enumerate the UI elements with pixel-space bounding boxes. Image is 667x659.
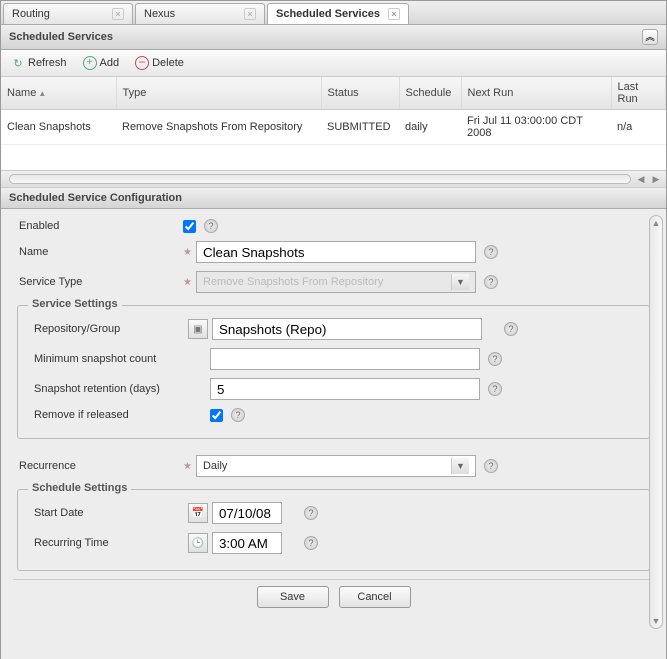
close-icon[interactable]: × (244, 8, 256, 20)
services-table-body: Clean Snapshots Remove Snapshots From Re… (1, 110, 666, 145)
retention-input[interactable] (210, 378, 480, 400)
enabled-label: Enabled (13, 220, 183, 232)
config-header: Scheduled Service Configuration (1, 188, 666, 209)
cell-type: Remove Snapshots From Repository (116, 110, 321, 145)
tab-scheduled-services[interactable]: Scheduled Services × (267, 3, 409, 24)
cell-status: SUBMITTED (321, 110, 399, 145)
config-title: Scheduled Service Configuration (9, 192, 182, 204)
panel-title: Scheduled Services (9, 31, 113, 43)
col-name[interactable]: Name▲ (1, 77, 116, 110)
help-icon[interactable]: ? (504, 322, 518, 336)
refresh-icon (11, 56, 25, 70)
schedule-settings-fieldset: Schedule Settings Start Date 📅 ? Recurri… (17, 489, 650, 571)
help-icon[interactable]: ? (484, 459, 498, 473)
services-table: Name▲ Type Status Schedule Next Run Last… (1, 77, 666, 110)
remove-released-label: Remove if released (28, 409, 210, 421)
delete-icon (135, 56, 149, 70)
cancel-button[interactable]: Cancel (339, 586, 411, 608)
scroll-track[interactable] (9, 174, 631, 184)
cell-name: Clean Snapshots (1, 110, 116, 145)
min-snap-label: Minimum snapshot count (28, 353, 210, 365)
repo-label: Repository/Group (28, 323, 188, 335)
col-status[interactable]: Status (321, 77, 399, 110)
enabled-checkbox[interactable] (183, 220, 196, 233)
config-body: Enabled ? Name ★ ? Service Type ★ Remove… (1, 209, 666, 659)
recurrence-select[interactable]: Daily ▼ (196, 455, 476, 477)
cell-next-run: Fri Jul 11 03:00:00 CDT 2008 (461, 110, 611, 145)
required-icon: ★ (183, 247, 192, 258)
tabs-bar: Routing × Nexus × Scheduled Services × (1, 1, 666, 25)
tab-label: Routing (12, 8, 50, 20)
required-icon: ★ (183, 277, 192, 288)
button-bar: Save Cancel (13, 579, 654, 614)
service-type-label: Service Type (13, 276, 183, 288)
save-button[interactable]: Save (257, 586, 329, 608)
name-label: Name (13, 246, 183, 258)
start-date-label: Start Date (28, 507, 188, 519)
retention-label: Snapshot retention (days) (28, 383, 210, 395)
collapse-icon[interactable]: ︽ (642, 29, 658, 45)
name-input[interactable] (196, 241, 476, 263)
recurrence-label: Recurrence (13, 460, 183, 472)
schedule-settings-legend: Schedule Settings (28, 482, 131, 494)
tab-label: Nexus (144, 8, 175, 20)
button-label: Refresh (28, 57, 67, 69)
help-icon[interactable]: ? (484, 275, 498, 289)
table-row[interactable]: Clean Snapshots Remove Snapshots From Re… (1, 110, 666, 145)
refresh-button[interactable]: Refresh (7, 54, 71, 72)
button-label: Add (100, 57, 120, 69)
recurring-time-label: Recurring Time (28, 537, 188, 549)
scroll-right-icon[interactable]: ▶ (650, 174, 662, 185)
tab-nexus[interactable]: Nexus × (135, 3, 265, 24)
chevron-down-icon[interactable]: ▼ (451, 458, 469, 474)
col-type[interactable]: Type (116, 77, 321, 110)
scroll-left-icon[interactable]: ◀ (635, 174, 647, 185)
sort-asc-icon: ▲ (38, 89, 46, 98)
close-icon[interactable]: × (112, 8, 124, 20)
chevron-down-icon: ▼ (451, 274, 469, 290)
select-value: Daily (203, 460, 227, 472)
remove-released-checkbox[interactable] (210, 409, 223, 422)
help-icon[interactable]: ? (488, 382, 502, 396)
cell-schedule: daily (399, 110, 461, 145)
delete-button[interactable]: Delete (131, 54, 188, 72)
toolbar: Refresh Add Delete (1, 50, 666, 77)
help-icon[interactable]: ? (304, 536, 318, 550)
help-icon[interactable]: ? (231, 408, 245, 422)
min-snap-input[interactable] (210, 348, 480, 370)
required-icon: ★ (183, 461, 192, 472)
col-last-run[interactable]: Last Run (611, 77, 666, 110)
calendar-icon[interactable]: 📅 (188, 503, 208, 523)
repo-input[interactable] (212, 318, 482, 340)
clock-icon[interactable]: 🕒 (188, 533, 208, 553)
start-date-input[interactable] (212, 502, 282, 524)
recurring-time-input[interactable] (212, 532, 282, 554)
close-icon[interactable]: × (388, 8, 400, 20)
scroll-down-icon[interactable]: ▼ (652, 616, 661, 626)
vertical-scrollbar[interactable]: ▲ ▼ (649, 215, 663, 629)
help-icon[interactable]: ? (204, 219, 218, 233)
scroll-up-icon[interactable]: ▲ (652, 218, 661, 228)
repo-picker-icon[interactable]: ▣ (188, 319, 208, 339)
col-next-run[interactable]: Next Run (461, 77, 611, 110)
horizontal-scrollbar[interactable]: ◀ ▶ (1, 170, 666, 188)
col-schedule[interactable]: Schedule (399, 77, 461, 110)
tab-label: Scheduled Services (276, 8, 380, 20)
tab-routing[interactable]: Routing × (3, 3, 133, 24)
panel-header: Scheduled Services ︽ (1, 25, 666, 50)
select-value: Remove Snapshots From Repository (203, 276, 383, 288)
cell-last-run: n/a (611, 110, 666, 145)
add-icon (83, 56, 97, 70)
help-icon[interactable]: ? (484, 245, 498, 259)
add-button[interactable]: Add (79, 54, 124, 72)
button-label: Delete (152, 57, 184, 69)
service-settings-legend: Service Settings (28, 298, 122, 310)
help-icon[interactable]: ? (304, 506, 318, 520)
service-settings-fieldset: Service Settings Repository/Group ▣ ? Mi… (17, 305, 650, 439)
service-type-select: Remove Snapshots From Repository ▼ (196, 271, 476, 293)
help-icon[interactable]: ? (488, 352, 502, 366)
